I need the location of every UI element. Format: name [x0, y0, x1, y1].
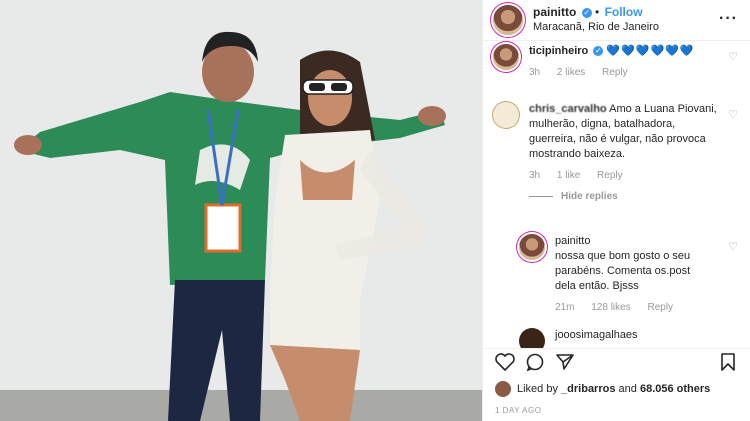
likes-summary: Liked by _dribarros and 68.056 others: [495, 381, 710, 397]
follow-button[interactable]: Follow: [605, 5, 643, 19]
comment-meta: 21m 128 likes Reply: [555, 300, 705, 315]
comment-item: chris_carvalho Amo a Luana Piovani, mulh…: [493, 102, 740, 204]
reply-button[interactable]: Reply: [597, 170, 623, 181]
comment-time[interactable]: 3h: [529, 170, 540, 181]
comments-list: ticipinheiro ✓ 💙💙💙💙💙💙 3h 2 likes Reply ♡: [483, 40, 750, 349]
reply-item: jooosimagalhaes: [519, 328, 740, 349]
comment-username[interactable]: ticipinheiro: [529, 45, 588, 57]
comment-username[interactable]: jooosimagalhaes: [555, 329, 638, 341]
post-timestamp[interactable]: 1 DAY AGO: [495, 406, 541, 415]
photo-illustration: [0, 0, 482, 421]
comment-meta: 3h 2 likes Reply: [529, 65, 719, 80]
location-link[interactable]: Maracanã, Rio de Janeiro: [533, 20, 659, 35]
heart-icon[interactable]: ♡: [728, 50, 738, 65]
comment-time[interactable]: 21m: [555, 302, 574, 313]
avatar[interactable]: [493, 102, 519, 128]
likes-count[interactable]: 68.056 others: [640, 383, 710, 395]
hide-replies-button[interactable]: Hide replies: [529, 189, 719, 204]
comment-body: ticipinheiro ✓ 💙💙💙💙💙💙 3h 2 likes Reply: [529, 44, 719, 80]
share-icon[interactable]: [555, 353, 575, 371]
comment-likes[interactable]: 128 likes: [591, 302, 630, 313]
heart-icon[interactable]: [495, 353, 515, 371]
header-info: painitto ✓ • Follow Maracanã, Rio de Jan…: [533, 5, 659, 35]
action-bar: [483, 348, 750, 375]
comment-username[interactable]: chris_carvalho: [529, 103, 607, 115]
verified-icon: ✓: [593, 46, 604, 57]
avatar[interactable]: [495, 381, 511, 397]
comment-text: nossa que bom gosto o seu parabéns. Come…: [555, 250, 691, 292]
comment-body: jooosimagalhaes: [555, 328, 740, 349]
likes-prefix: Liked by: [517, 383, 558, 395]
comment-icon[interactable]: [525, 353, 545, 371]
likes-middle: and: [618, 383, 637, 395]
comment-item: ticipinheiro ✓ 💙💙💙💙💙💙 3h 2 likes Reply ♡: [493, 44, 740, 80]
avatar[interactable]: [493, 5, 523, 35]
comment-likes[interactable]: 1 like: [557, 170, 580, 181]
more-icon[interactable]: ···: [719, 10, 738, 28]
heart-icon[interactable]: ♡: [728, 108, 738, 123]
comment-username[interactable]: painitto: [555, 235, 590, 247]
avatar[interactable]: [493, 44, 519, 70]
comment-time[interactable]: 3h: [529, 67, 540, 78]
separator-dot: •: [595, 5, 600, 19]
instagram-post: painitto ✓ • Follow Maracanã, Rio de Jan…: [0, 0, 750, 421]
reply-button[interactable]: Reply: [602, 67, 628, 78]
verified-icon: ✓: [581, 7, 592, 18]
comment-body: painitto nossa que bom gosto o seu parab…: [555, 234, 705, 315]
post-header: painitto ✓ • Follow Maracanã, Rio de Jan…: [483, 0, 750, 41]
heart-icon[interactable]: ♡: [728, 240, 738, 255]
liked-by-user[interactable]: _dribarros: [561, 383, 615, 395]
bookmark-icon[interactable]: [720, 353, 736, 371]
comment-text: 💙💙💙💙💙💙: [606, 45, 695, 57]
comment-meta: 3h 1 like Reply: [529, 168, 719, 183]
username-link[interactable]: painitto: [533, 5, 576, 19]
avatar[interactable]: [519, 234, 545, 260]
post-photo[interactable]: [0, 0, 482, 421]
sidebar: painitto ✓ • Follow Maracanã, Rio de Jan…: [482, 0, 750, 421]
avatar[interactable]: [519, 328, 545, 349]
reply-button[interactable]: Reply: [647, 302, 673, 313]
reply-item: painitto nossa que bom gosto o seu parab…: [519, 234, 740, 315]
comment-body: chris_carvalho Amo a Luana Piovani, mulh…: [529, 102, 719, 204]
comment-likes[interactable]: 2 likes: [557, 67, 585, 78]
